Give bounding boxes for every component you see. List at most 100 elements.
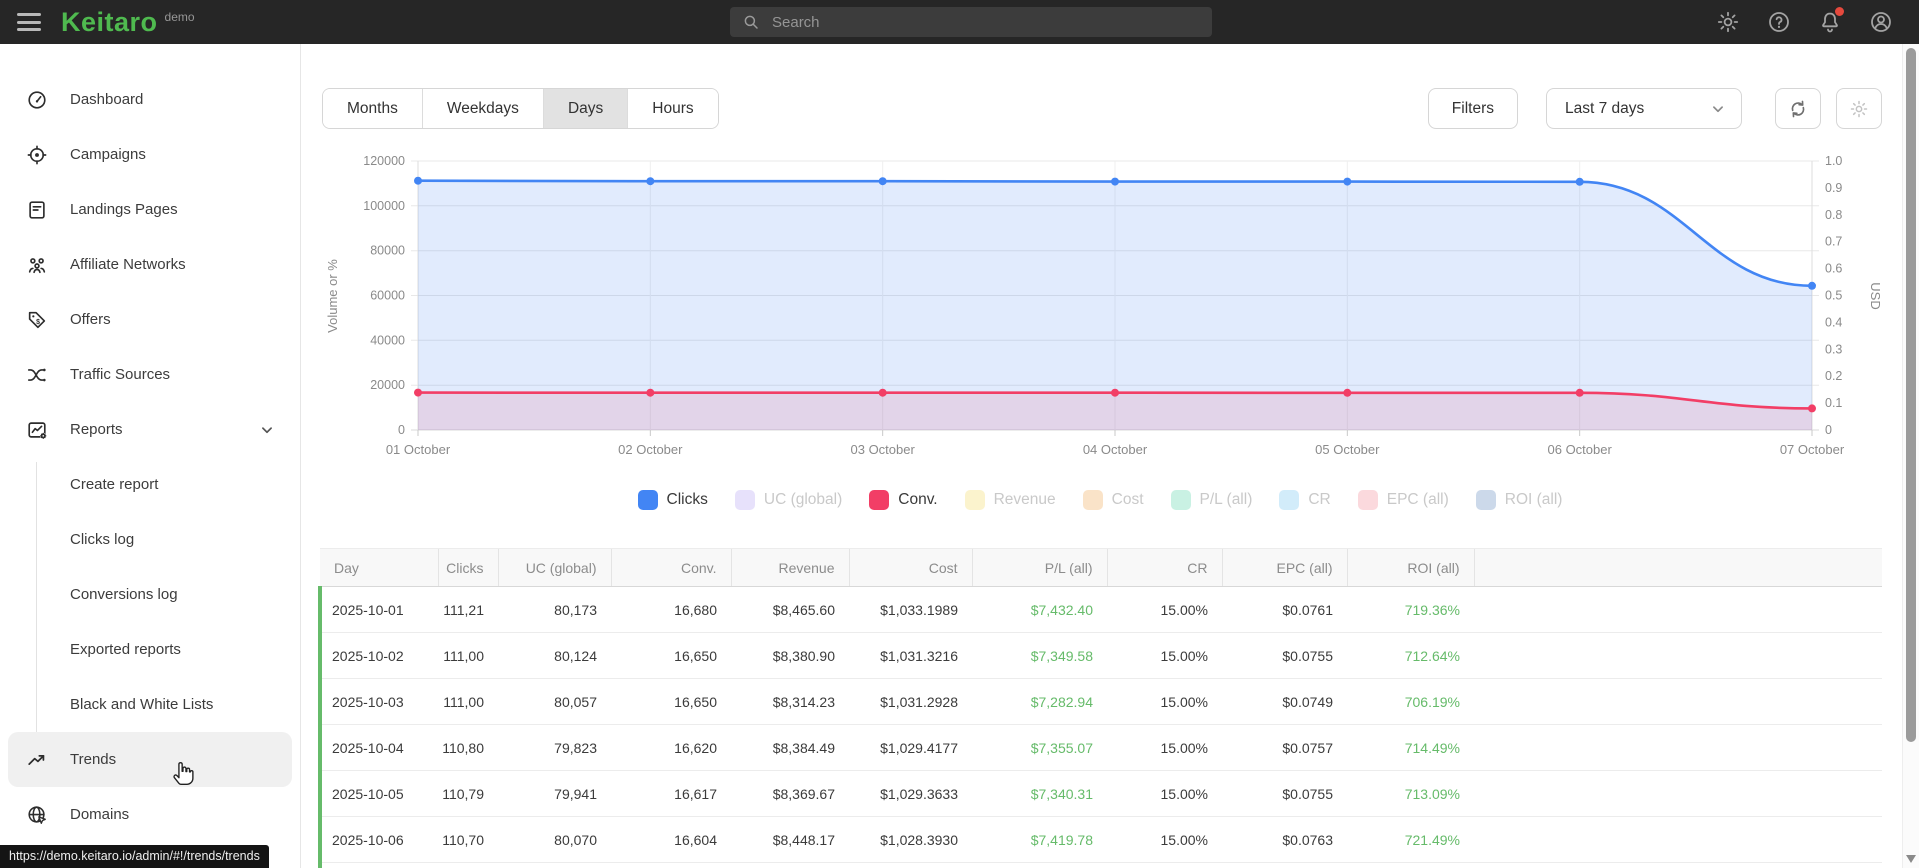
column-header-day[interactable]: Day bbox=[320, 548, 438, 587]
filters-button[interactable]: Filters bbox=[1427, 88, 1518, 129]
cell-p-l-all: $7,419.78 bbox=[972, 816, 1107, 863]
column-header-epc-all[interactable]: EPC (all) bbox=[1221, 548, 1347, 587]
legend-label: ROI (all) bbox=[1504, 491, 1563, 508]
sidebar-item-reports[interactable]: Reports bbox=[0, 402, 300, 457]
cell-cost: $597.3890 bbox=[849, 862, 972, 868]
scrollbar-down-arrow-icon[interactable] bbox=[1906, 855, 1916, 863]
legend-item-p-l-all[interactable]: P/L (all) bbox=[1170, 490, 1253, 510]
legend-item-roi-all[interactable]: ROI (all) bbox=[1475, 490, 1563, 510]
column-header-cr[interactable]: CR bbox=[1106, 548, 1222, 587]
help-icon[interactable] bbox=[1767, 10, 1791, 34]
cell-revenue: $8,369.67 bbox=[731, 770, 849, 817]
cell-roi-all: 706.19% bbox=[1347, 678, 1474, 725]
column-header-uc-global[interactable]: UC (global) bbox=[497, 548, 611, 587]
column-header-cost[interactable]: Cost bbox=[848, 548, 972, 587]
period-tabs: Months Weekdays Days Hours bbox=[322, 88, 719, 129]
sidebar-item-landings-pages[interactable]: Landings Pages bbox=[0, 182, 300, 237]
hamburger-menu-icon[interactable] bbox=[17, 13, 41, 31]
chart-settings-button[interactable] bbox=[1836, 88, 1882, 129]
sidebar-item-exported-reports[interactable]: Exported reports bbox=[0, 622, 300, 677]
sidebar-item-campaigns[interactable]: Campaigns bbox=[0, 127, 300, 182]
status-url: https://demo.keitaro.io/admin/#!/trends/… bbox=[0, 845, 269, 868]
sidebar-item-affiliate-networks[interactable]: Affiliate Networks bbox=[0, 237, 300, 292]
tab-hours[interactable]: Hours bbox=[627, 89, 718, 128]
gear-icon[interactable] bbox=[1716, 10, 1740, 34]
cell-clicks: 110,79 bbox=[438, 770, 498, 817]
sidebar-item-domains[interactable]: Domains bbox=[0, 787, 300, 842]
table-row: 2025-10-02 111,00 80,124 16,650 $8,380.90 $1,… bbox=[318, 632, 1882, 679]
scrollbar-thumb[interactable] bbox=[1906, 48, 1916, 742]
refresh-button[interactable] bbox=[1775, 88, 1821, 129]
cell-uc-global: 11,457 bbox=[498, 862, 611, 868]
sidebar-item-dashboard[interactable]: Dashboard bbox=[0, 72, 300, 127]
sidebar-item-label: Traffic Sources bbox=[70, 366, 171, 383]
cell-clicks: 111,00 bbox=[438, 632, 498, 679]
cell-cost: $1,029.3633 bbox=[849, 770, 972, 817]
legend-swatch bbox=[1279, 490, 1300, 510]
cell-revenue: $8,314.23 bbox=[731, 678, 849, 725]
legend-swatch bbox=[1170, 490, 1191, 510]
legend-swatch bbox=[1475, 490, 1496, 510]
svg-text:80000: 80000 bbox=[370, 244, 405, 258]
campaigns-icon bbox=[26, 144, 48, 166]
account-icon[interactable] bbox=[1869, 10, 1893, 34]
sidebar-item-clicks-log[interactable]: Clicks log bbox=[0, 512, 300, 567]
legend-item-clicks[interactable]: Clicks bbox=[637, 490, 708, 510]
column-header-clicks[interactable]: Clicks bbox=[437, 548, 498, 587]
sidebar-item-conversions-log[interactable]: Conversions log bbox=[0, 567, 300, 622]
cell-filler bbox=[1474, 862, 1882, 868]
trends-icon bbox=[26, 749, 48, 771]
cell-revenue: $8,465.60 bbox=[731, 586, 849, 633]
legend-item-cr[interactable]: CR bbox=[1279, 490, 1331, 510]
sidebar-item-trends[interactable]: Trends bbox=[8, 732, 292, 787]
legend-label: P/L (all) bbox=[1199, 491, 1253, 508]
sidebar: Dashboard Campaigns Landings Pages Affiliat… bbox=[0, 44, 301, 868]
cell-filler bbox=[1474, 586, 1882, 633]
legend-swatch bbox=[869, 490, 890, 510]
cell-conv: 16,650 bbox=[611, 632, 731, 679]
toolbar-right: Filters Last 7 days bbox=[1427, 88, 1882, 129]
sidebar-item-create-report[interactable]: Create report bbox=[0, 457, 300, 512]
cell-conv: 16,617 bbox=[611, 770, 731, 817]
table-row: 2025-10-0764,3211,4579,648$4,851.23$597.… bbox=[318, 862, 1882, 868]
tab-months[interactable]: Months bbox=[323, 89, 422, 128]
date-range-select[interactable]: Last 7 days bbox=[1546, 88, 1742, 129]
legend-item-uc-global[interactable]: UC (global) bbox=[734, 490, 842, 510]
legend-item-epc-all[interactable]: EPC (all) bbox=[1357, 490, 1449, 510]
cell-uc-global: 80,173 bbox=[498, 586, 611, 633]
column-header-revenue[interactable]: Revenue bbox=[730, 548, 849, 587]
refresh-icon bbox=[1791, 100, 1805, 117]
cell-conv: 16,620 bbox=[611, 724, 731, 771]
cell-day: 2025-10-07 bbox=[318, 862, 438, 868]
table-row: 2025-10-01 111,21 80,173 16,680 $8,465.60 $1,… bbox=[318, 586, 1882, 633]
notifications-bell-icon[interactable] bbox=[1818, 7, 1844, 34]
legend-item-cost[interactable]: Cost bbox=[1082, 490, 1144, 510]
column-header-conv[interactable]: Conv. bbox=[610, 548, 731, 587]
legend-swatch bbox=[734, 490, 755, 510]
tab-days[interactable]: Days bbox=[542, 89, 628, 128]
cell-cost: $1,031.3216 bbox=[849, 632, 972, 679]
column-header-p-l-all[interactable]: P/L (all) bbox=[971, 548, 1107, 587]
svg-text:01 October: 01 October bbox=[386, 442, 451, 457]
svg-text:1.0: 1.0 bbox=[1825, 154, 1842, 168]
sidebar-item-label: Create report bbox=[70, 476, 159, 493]
sidebar-item-traffic-sources[interactable]: Traffic Sources bbox=[0, 347, 300, 402]
sidebar-item-label: Conversions log bbox=[70, 586, 178, 603]
cell-p-l-all: $7,282.94 bbox=[972, 678, 1107, 725]
main-content: Months Weekdays Days Hours Filters Last 7 d… bbox=[301, 44, 1902, 868]
column-header-roi-all[interactable]: ROI (all) bbox=[1346, 548, 1474, 587]
cell-conv: 16,604 bbox=[611, 816, 731, 863]
tab-weekdays[interactable]: Weekdays bbox=[421, 89, 543, 128]
sidebar-item-black-and-white-lists[interactable]: Black and White Lists bbox=[0, 677, 300, 732]
page-scrollbar[interactable] bbox=[1902, 44, 1919, 868]
cell-uc-global: 80,070 bbox=[498, 816, 611, 863]
trends-table: Day Clicks UC (global) Conv. Revenue Cost P/L … bbox=[318, 548, 1882, 868]
column-header-filler bbox=[1473, 548, 1882, 587]
legend-item-revenue[interactable]: Revenue bbox=[964, 490, 1056, 510]
chevron-down-icon bbox=[1713, 105, 1723, 112]
cell-p-l-all: $7,432.40 bbox=[972, 586, 1107, 633]
search-input[interactable] bbox=[770, 12, 1212, 32]
sidebar-item-offers[interactable]: $ Offers bbox=[0, 292, 300, 347]
legend-item-conv[interactable]: Conv. bbox=[869, 490, 938, 510]
cell-epc-all: $0.0755 bbox=[1222, 770, 1347, 817]
